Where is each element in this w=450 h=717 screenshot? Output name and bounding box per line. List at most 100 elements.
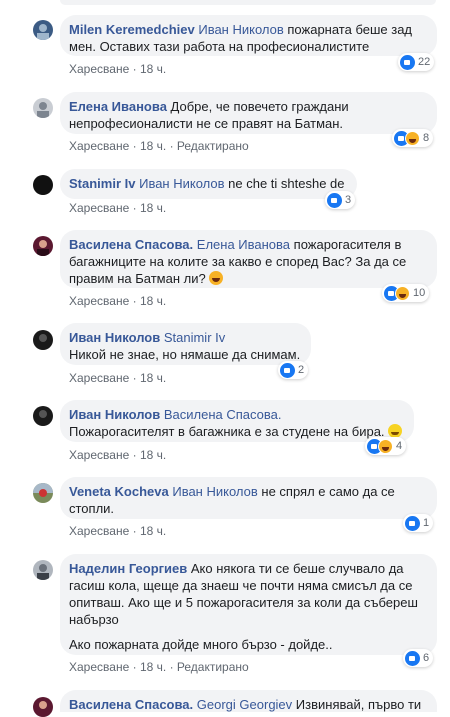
comment-actions: Харесване · 18 ч.: [69, 62, 166, 76]
comment-author[interactable]: Milen Keremedchiev: [69, 22, 195, 37]
comment-timestamp[interactable]: 18 ч.: [140, 139, 166, 153]
avatar-image: [39, 334, 47, 342]
like-button[interactable]: Харесване: [69, 139, 129, 153]
comment-timestamp[interactable]: 18 ч.: [140, 448, 166, 462]
avatar-image: [37, 24, 49, 40]
avatar[interactable]: [33, 483, 53, 503]
like-button[interactable]: Харесване: [69, 294, 129, 308]
like-reaction-icon: [405, 515, 420, 531]
avatar[interactable]: [33, 236, 53, 256]
comment-mention[interactable]: Иван Николов: [139, 176, 224, 191]
like-button[interactable]: Харесване: [69, 371, 129, 385]
avatar[interactable]: [33, 20, 53, 40]
comment-actions: Харесване · 18 ч.: [69, 201, 166, 215]
like-button[interactable]: Харесване: [69, 62, 129, 76]
comment-bubble: Milen Keremedchiev Иван Николов пожарнат…: [60, 15, 437, 56]
comment-author[interactable]: Елена Иванова: [69, 99, 167, 114]
comment-text: Пожарогасителят в багажника е за студене…: [69, 424, 385, 439]
reaction-count: 2: [298, 364, 305, 376]
avatar-image: [39, 410, 47, 418]
haha-reaction-icon: [405, 130, 420, 146]
comment-mention[interactable]: Василена Спасова.: [164, 407, 282, 422]
comment-author[interactable]: Наделин Георгиев: [69, 561, 187, 576]
comment-author[interactable]: Василена Спасова.: [69, 237, 193, 252]
comment-bubble: Veneta Kocheva Иван Николов не спрял е с…: [60, 477, 437, 519]
like-button[interactable]: Харесване: [69, 524, 129, 538]
reaction-summary[interactable]: 6: [403, 649, 434, 667]
reaction-summary[interactable]: 8: [392, 129, 434, 147]
separator-dot: ·: [132, 660, 137, 674]
like-button[interactable]: Харесване: [69, 201, 129, 215]
avatar[interactable]: [33, 175, 53, 195]
haha-reaction-icon: [395, 285, 410, 301]
separator-dot: ·: [132, 448, 137, 462]
separator-dot: ·: [169, 139, 174, 153]
previous-comment-bubble-edge: [60, 0, 436, 5]
avatar-image: [37, 564, 49, 580]
avatar[interactable]: [33, 330, 53, 350]
edited-label[interactable]: Редактирано: [177, 139, 249, 153]
comment-timestamp[interactable]: 18 ч.: [140, 294, 166, 308]
separator-dot: ·: [132, 139, 137, 153]
like-button[interactable]: Харесване: [69, 660, 129, 674]
comment-author[interactable]: Иван Николов: [69, 407, 160, 422]
like-reaction-icon: [327, 192, 342, 208]
comment-bubble: Василена Спасова. Georgi Georgiev Извиня…: [60, 690, 437, 712]
reaction-summary[interactable]: 2: [278, 361, 309, 379]
comment-text: Никой не знае, но нямаше да снимам.: [69, 347, 301, 362]
smiling-emoji-icon: [388, 424, 403, 438]
comment-bubble: Иван Николов Stanimir Iv Никой не знае, …: [60, 323, 311, 365]
comment-timestamp[interactable]: 18 ч.: [140, 62, 166, 76]
avatar[interactable]: [33, 560, 53, 580]
comment-timestamp[interactable]: 18 ч.: [140, 371, 166, 385]
comment-timestamp[interactable]: 18 ч.: [140, 201, 166, 215]
comment-author[interactable]: Василена Спасова.: [69, 697, 193, 712]
avatar[interactable]: [33, 98, 53, 118]
comment-actions: Харесване · 18 ч.: [69, 371, 166, 385]
separator-dot: ·: [132, 62, 137, 76]
reaction-summary[interactable]: 10: [382, 284, 430, 302]
comment-bubble: Наделин Георгиев Ако някога ти се беше с…: [60, 554, 437, 655]
comment-mention[interactable]: Иван Николов: [172, 484, 257, 499]
comment-text: ne che ti shteshe de: [228, 176, 345, 191]
reaction-count: 4: [396, 440, 403, 452]
avatar[interactable]: [33, 406, 53, 426]
like-button[interactable]: Харесване: [69, 448, 129, 462]
reaction-count: 6: [423, 652, 430, 664]
comment-actions: Харесване · 18 ч. · Редактирано: [69, 660, 249, 674]
comment-bubble: Елена Иванова Добре, че повечето граждан…: [60, 92, 437, 134]
reaction-summary[interactable]: 4: [365, 437, 407, 455]
avatar-image: [39, 701, 47, 709]
comment-bubble: Stanimir Iv Иван Николов ne che ti shtes…: [60, 169, 357, 199]
reaction-count: 1: [423, 517, 430, 529]
reaction-summary[interactable]: 22: [398, 53, 435, 71]
comment-timestamp[interactable]: 18 ч.: [140, 524, 166, 538]
separator-dot: ·: [132, 294, 137, 308]
reaction-summary[interactable]: 1: [403, 514, 434, 532]
like-reaction-icon: [405, 650, 420, 666]
comment-mention[interactable]: Georgi Georgiev: [197, 697, 292, 712]
separator-dot: ·: [132, 201, 137, 215]
separator-dot: ·: [132, 524, 137, 538]
comment-author[interactable]: Stanimir Iv: [69, 176, 135, 191]
separator-dot: ·: [169, 660, 174, 674]
reaction-summary[interactable]: 3: [325, 191, 356, 209]
comment-timestamp[interactable]: 18 ч.: [140, 660, 166, 674]
reaction-count: 8: [423, 132, 430, 144]
comment-mention[interactable]: Елена Иванова: [197, 237, 290, 252]
comment-mention[interactable]: Stanimir Iv: [164, 330, 225, 345]
avatar-image: [37, 102, 49, 118]
avatar-image: [33, 483, 53, 497]
comment-author[interactable]: Иван Николов: [69, 330, 160, 345]
edited-label[interactable]: Редактирано: [177, 660, 249, 674]
comment-bubble: Иван Николов Василена Спасова. Пожарогас…: [60, 400, 414, 442]
separator-dot: ·: [132, 371, 137, 385]
avatar-image: [37, 240, 49, 256]
like-reaction-icon: [400, 54, 415, 70]
comment-mention[interactable]: Иван Николов: [198, 22, 283, 37]
avatar[interactable]: [33, 697, 53, 717]
comment-actions: Харесване · 18 ч. · Редактирано: [69, 139, 249, 153]
comment-author[interactable]: Veneta Kocheva: [69, 484, 169, 499]
reaction-count: 22: [418, 56, 431, 68]
laughing-emoji-icon: [209, 271, 224, 285]
